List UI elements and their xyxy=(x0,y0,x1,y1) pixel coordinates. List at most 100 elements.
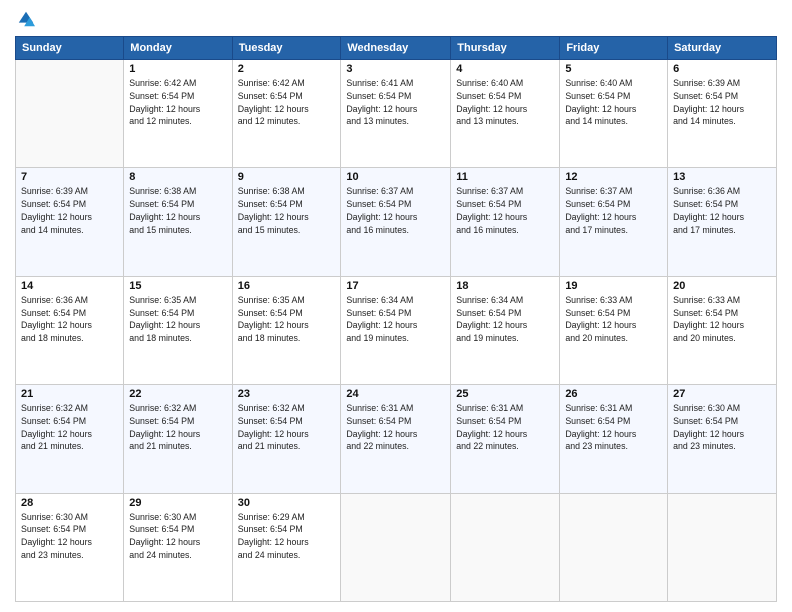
day-number: 23 xyxy=(238,388,336,400)
day-number: 28 xyxy=(21,497,118,509)
calendar-week-1: 1Sunrise: 6:42 AM Sunset: 6:54 PM Daylig… xyxy=(16,60,777,168)
day-info: Sunrise: 6:34 AM Sunset: 6:54 PM Dayligh… xyxy=(346,294,445,345)
day-info: Sunrise: 6:41 AM Sunset: 6:54 PM Dayligh… xyxy=(346,77,445,128)
day-number: 10 xyxy=(346,171,445,183)
table-row: 22 Sunrise: 6:32 AM Sunset: 6:54 PM Dayli… xyxy=(124,385,232,493)
table-row: 11 Sunrise: 6:37 AM Sunset: 6:54 PM Dayli… xyxy=(451,168,560,276)
day-number: 8 xyxy=(129,171,226,183)
day-info: Sunrise: 6:37 AM Sunset: 6:54 PM Dayligh… xyxy=(565,185,662,236)
table-row xyxy=(341,493,451,601)
day-number: 3 xyxy=(346,63,445,75)
table-row xyxy=(16,60,124,168)
table-row: 16 Sunrise: 6:35 AM Sunset: 6:54 PM Dayli… xyxy=(232,276,341,384)
day-info: Sunrise: 6:37 AM Sunset: 6:54 PM Dayligh… xyxy=(346,185,445,236)
table-row: 25 Sunrise: 6:31 AM Sunset: 6:54 PM Dayli… xyxy=(451,385,560,493)
calendar-table: SundayMondayTuesdayWednesdayThursdayFrid… xyxy=(15,36,777,602)
table-row: 26 Sunrise: 6:31 AM Sunset: 6:54 PM Dayli… xyxy=(560,385,668,493)
day-info: Sunrise: 6:37 AM Sunset: 6:54 PM Dayligh… xyxy=(456,185,554,236)
table-row: 3 Sunrise: 6:41 AM Sunset: 6:54 PM Daylig… xyxy=(341,60,451,168)
calendar-week-2: 7Sunrise: 6:39 AM Sunset: 6:54 PM Daylig… xyxy=(16,168,777,276)
day-info: Sunrise: 6:31 AM Sunset: 6:54 PM Dayligh… xyxy=(346,402,445,453)
table-row: 20 Sunrise: 6:33 AM Sunset: 6:54 PM Dayli… xyxy=(668,276,777,384)
table-row xyxy=(560,493,668,601)
day-info: Sunrise: 6:34 AM Sunset: 6:54 PM Dayligh… xyxy=(456,294,554,345)
table-row: 8 Sunrise: 6:38 AM Sunset: 6:54 PM Daylig… xyxy=(124,168,232,276)
table-row: 19 Sunrise: 6:33 AM Sunset: 6:54 PM Dayli… xyxy=(560,276,668,384)
table-row xyxy=(668,493,777,601)
day-info: Sunrise: 6:40 AM Sunset: 6:54 PM Dayligh… xyxy=(456,77,554,128)
day-info: Sunrise: 6:33 AM Sunset: 6:54 PM Dayligh… xyxy=(673,294,771,345)
day-info: Sunrise: 6:30 AM Sunset: 6:54 PM Dayligh… xyxy=(21,511,118,562)
day-number: 26 xyxy=(565,388,662,400)
day-info: Sunrise: 6:33 AM Sunset: 6:54 PM Dayligh… xyxy=(565,294,662,345)
day-number: 13 xyxy=(673,171,771,183)
table-row: 12 Sunrise: 6:37 AM Sunset: 6:54 PM Dayli… xyxy=(560,168,668,276)
day-info: Sunrise: 6:39 AM Sunset: 6:54 PM Dayligh… xyxy=(21,185,118,236)
day-info: Sunrise: 6:29 AM Sunset: 6:54 PM Dayligh… xyxy=(238,511,336,562)
table-row: 7Sunrise: 6:39 AM Sunset: 6:54 PM Daylig… xyxy=(16,168,124,276)
day-info: Sunrise: 6:42 AM Sunset: 6:54 PM Dayligh… xyxy=(238,77,336,128)
calendar-week-3: 14 Sunrise: 6:36 AM Sunset: 6:54 PM Dayli… xyxy=(16,276,777,384)
calendar-header-wednesday: Wednesday xyxy=(341,37,451,60)
calendar-week-5: 28 Sunrise: 6:30 AM Sunset: 6:54 PM Dayli… xyxy=(16,493,777,601)
day-number: 21 xyxy=(21,388,118,400)
day-number: 19 xyxy=(565,280,662,292)
table-row: 2 Sunrise: 6:42 AM Sunset: 6:54 PM Daylig… xyxy=(232,60,341,168)
calendar-header-sunday: Sunday xyxy=(16,37,124,60)
day-number: 20 xyxy=(673,280,771,292)
day-number: 2 xyxy=(238,63,336,75)
day-number: 16 xyxy=(238,280,336,292)
table-row: 23 Sunrise: 6:32 AM Sunset: 6:54 PM Dayli… xyxy=(232,385,341,493)
day-number: 12 xyxy=(565,171,662,183)
table-row: 17Sunrise: 6:34 AM Sunset: 6:54 PM Dayli… xyxy=(341,276,451,384)
table-row: 21 Sunrise: 6:32 AM Sunset: 6:54 PM Dayli… xyxy=(16,385,124,493)
day-info: Sunrise: 6:38 AM Sunset: 6:54 PM Dayligh… xyxy=(238,185,336,236)
logo xyxy=(15,10,35,28)
calendar-header-thursday: Thursday xyxy=(451,37,560,60)
day-number: 6 xyxy=(673,63,771,75)
day-number: 27 xyxy=(673,388,771,400)
day-info: Sunrise: 6:35 AM Sunset: 6:54 PM Dayligh… xyxy=(129,294,226,345)
day-info: Sunrise: 6:30 AM Sunset: 6:54 PM Dayligh… xyxy=(673,402,771,453)
calendar-header-friday: Friday xyxy=(560,37,668,60)
day-number: 11 xyxy=(456,171,554,183)
day-info: Sunrise: 6:32 AM Sunset: 6:54 PM Dayligh… xyxy=(238,402,336,453)
table-row: 4 Sunrise: 6:40 AM Sunset: 6:54 PM Daylig… xyxy=(451,60,560,168)
day-info: Sunrise: 6:32 AM Sunset: 6:54 PM Dayligh… xyxy=(129,402,226,453)
day-number: 24 xyxy=(346,388,445,400)
day-info: Sunrise: 6:38 AM Sunset: 6:54 PM Dayligh… xyxy=(129,185,226,236)
table-row: 14 Sunrise: 6:36 AM Sunset: 6:54 PM Dayli… xyxy=(16,276,124,384)
calendar-header-tuesday: Tuesday xyxy=(232,37,341,60)
day-info: Sunrise: 6:40 AM Sunset: 6:54 PM Dayligh… xyxy=(565,77,662,128)
table-row: 6 Sunrise: 6:39 AM Sunset: 6:54 PM Daylig… xyxy=(668,60,777,168)
table-row: 10 Sunrise: 6:37 AM Sunset: 6:54 PM Dayli… xyxy=(341,168,451,276)
table-row: 18Sunrise: 6:34 AM Sunset: 6:54 PM Dayli… xyxy=(451,276,560,384)
day-number: 25 xyxy=(456,388,554,400)
table-row: 9 Sunrise: 6:38 AM Sunset: 6:54 PM Daylig… xyxy=(232,168,341,276)
day-info: Sunrise: 6:35 AM Sunset: 6:54 PM Dayligh… xyxy=(238,294,336,345)
calendar-header-row: SundayMondayTuesdayWednesdayThursdayFrid… xyxy=(16,37,777,60)
table-row: 1Sunrise: 6:42 AM Sunset: 6:54 PM Daylig… xyxy=(124,60,232,168)
day-info: Sunrise: 6:32 AM Sunset: 6:54 PM Dayligh… xyxy=(21,402,118,453)
day-number: 15 xyxy=(129,280,226,292)
day-info: Sunrise: 6:36 AM Sunset: 6:54 PM Dayligh… xyxy=(21,294,118,345)
table-row xyxy=(451,493,560,601)
day-number: 4 xyxy=(456,63,554,75)
header xyxy=(15,10,777,28)
day-number: 9 xyxy=(238,171,336,183)
table-row: 5 Sunrise: 6:40 AM Sunset: 6:54 PM Daylig… xyxy=(560,60,668,168)
day-number: 22 xyxy=(129,388,226,400)
table-row: 27 Sunrise: 6:30 AM Sunset: 6:54 PM Dayli… xyxy=(668,385,777,493)
calendar-week-4: 21 Sunrise: 6:32 AM Sunset: 6:54 PM Dayli… xyxy=(16,385,777,493)
day-number: 30 xyxy=(238,497,336,509)
day-number: 14 xyxy=(21,280,118,292)
day-info: Sunrise: 6:30 AM Sunset: 6:54 PM Dayligh… xyxy=(129,511,226,562)
table-row: 30 Sunrise: 6:29 AM Sunset: 6:54 PM Dayli… xyxy=(232,493,341,601)
day-info: Sunrise: 6:42 AM Sunset: 6:54 PM Dayligh… xyxy=(129,77,226,128)
table-row: 13Sunrise: 6:36 AM Sunset: 6:54 PM Dayli… xyxy=(668,168,777,276)
day-info: Sunrise: 6:39 AM Sunset: 6:54 PM Dayligh… xyxy=(673,77,771,128)
day-info: Sunrise: 6:31 AM Sunset: 6:54 PM Dayligh… xyxy=(456,402,554,453)
table-row: 24 Sunrise: 6:31 AM Sunset: 6:54 PM Dayli… xyxy=(341,385,451,493)
day-info: Sunrise: 6:31 AM Sunset: 6:54 PM Dayligh… xyxy=(565,402,662,453)
day-number: 5 xyxy=(565,63,662,75)
